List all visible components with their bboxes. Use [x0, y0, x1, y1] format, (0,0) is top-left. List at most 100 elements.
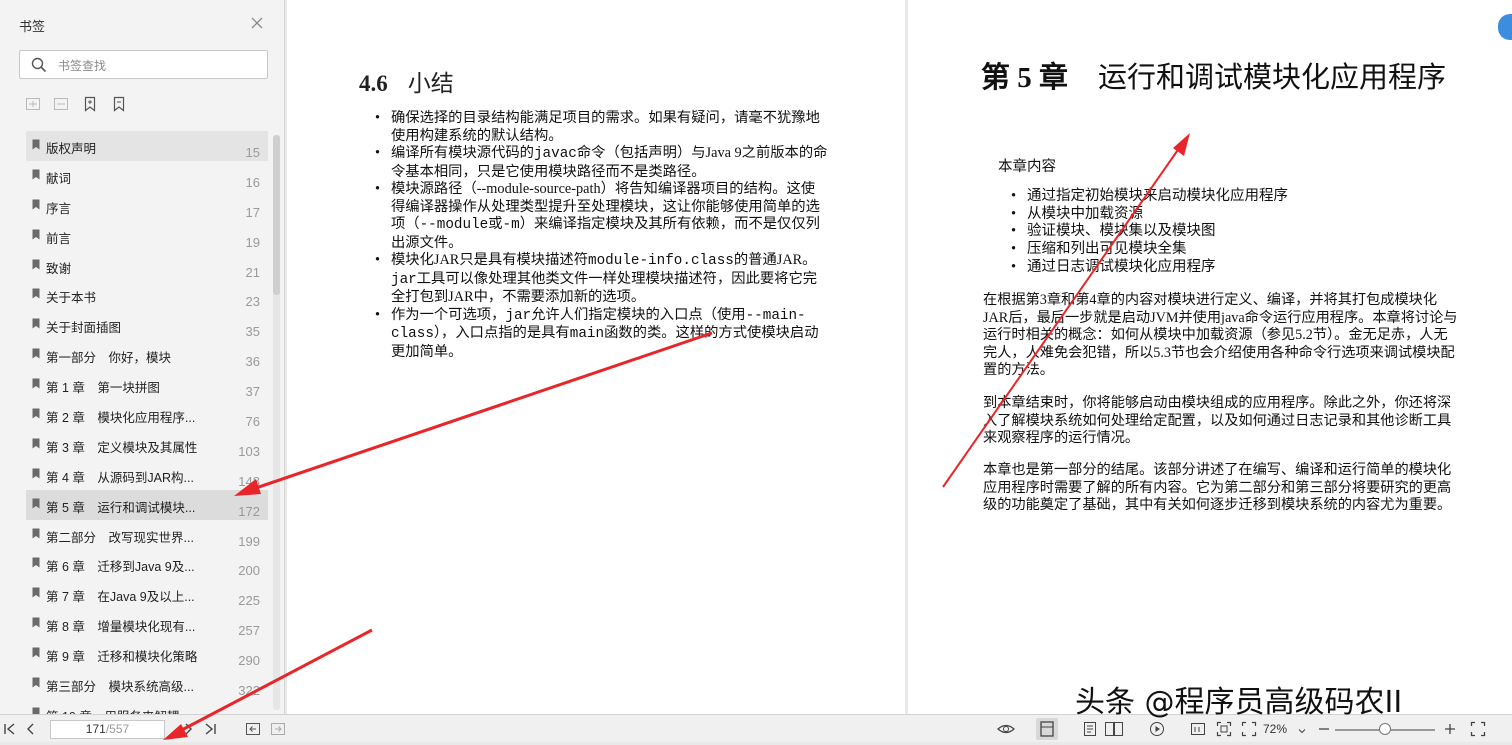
chevron-down-icon[interactable] [1297, 723, 1307, 734]
bookmark-item[interactable]: 第 9 章 迁移和模块化策略 290 [26, 639, 268, 669]
remove-bookmark-icon[interactable] [111, 96, 127, 112]
inline-code: jar [505, 307, 532, 324]
inline-code: -m [502, 217, 520, 233]
scrollbar[interactable] [273, 135, 280, 710]
bookmark-item[interactable]: 第一部分 你好，模块 36 [26, 340, 268, 370]
bookmark-icon [32, 169, 40, 180]
bookmark-icon [32, 139, 40, 150]
bookmark-label: 第一部分 你好，模块 [46, 351, 172, 366]
contents-item: 从模块中加载资源 [1011, 206, 1411, 224]
bookmark-item[interactable]: 第 1 章 第一块拼图 37 [26, 370, 268, 400]
single-page-view-icon[interactable] [1036, 718, 1058, 740]
collapse-all-icon[interactable] [53, 96, 69, 112]
bookmark-item[interactable]: 序言 17 [26, 191, 268, 221]
next-page-icon[interactable] [180, 721, 196, 737]
zoom-in-icon[interactable] [1442, 721, 1458, 737]
bullet-text: 工具可以像处理其他类文件一样处理模块描述符，因此要将它完全打包到JAR中，不需要… [391, 270, 818, 306]
paragraph: 到本章结束时，你将能够启动由模块组成的应用程序。除此之外，你还将深入了解模块系统… [983, 395, 1452, 447]
chapter-contents-heading: 本章内容 [998, 159, 1056, 175]
fit-page-icon[interactable] [1216, 721, 1232, 737]
document-viewport[interactable]: 4.6 小结 确保选择的目录结构能满足项目的需求。如果有疑问，请毫不犹豫地使用构建… [285, 0, 1512, 714]
last-page-icon[interactable] [202, 721, 218, 737]
add-bookmark-icon[interactable] [82, 96, 98, 112]
bookmark-item[interactable]: 第 3 章 定义模块及其属性 103 [26, 430, 268, 460]
close-icon[interactable] [249, 15, 265, 31]
bookmark-item[interactable]: 关于本书 23 [26, 280, 268, 310]
bookmark-item[interactable]: 第三部分 模块系统高级... 322 [26, 669, 268, 699]
bookmark-item[interactable]: 致谢 21 [26, 251, 268, 281]
chapter-number: 第 5 章 [981, 62, 1069, 94]
total-pages: /557 [105, 722, 130, 736]
bookmark-label: 关于本书 [46, 291, 97, 306]
back-icon[interactable] [245, 721, 261, 737]
page-number-field[interactable]: 171/557 [50, 720, 165, 739]
expand-all-icon[interactable] [25, 96, 41, 112]
bookmark-item[interactable]: 第 10 章 用服务来解耦... [26, 699, 268, 714]
bookmark-label: 第二部分 改写现实世界... [46, 530, 194, 545]
zoom-out-icon[interactable] [1316, 721, 1332, 737]
bookmark-list: 版权声明 15 献词 16 序言 17 前言 19 致谢 21 关于本书 23 关于封面插图 35 第一部分… [26, 131, 268, 714]
bookmark-label: 关于封面插图 [46, 321, 122, 336]
bookmark-item[interactable]: 第 6 章 迁移到Java 9及... 200 [26, 549, 268, 579]
paragraph: 本章也是第一部分的结尾。该部分讲述了在编写、编译和运行简单的模块化应用程序时需要… [983, 462, 1452, 514]
bookmark-item[interactable]: 前言 19 [26, 221, 268, 251]
bookmark-label: 献词 [46, 171, 72, 186]
bullet-text: 允许人们指定模块的入口点（使用 [531, 306, 746, 323]
current-page: 171 [85, 722, 106, 736]
previous-page-icon[interactable] [23, 721, 39, 737]
bookmark-item[interactable]: 关于封面插图 35 [26, 310, 268, 340]
scrollbar-thumb[interactable] [273, 135, 280, 295]
actual-size-icon[interactable] [1190, 721, 1206, 737]
bullet-text: 确保选择的目录结构能满足项目的需求。如果有疑问，请毫不犹豫地使用构建系统的默认结… [391, 110, 820, 144]
bookmark-item[interactable]: 第 7 章 在Java 9及以上... 225 [26, 579, 268, 609]
bookmark-item[interactable]: 第 4 章 从源码到JAR构... 148 [26, 460, 268, 490]
inline-code: module-info.class [588, 253, 734, 269]
search-input[interactable] [56, 56, 260, 76]
bookmark-icon [32, 408, 40, 419]
bookmark-label: 第 3 章 定义模块及其属性 [46, 440, 198, 455]
summary-bullet: 编译所有模块源代码的javac命令（包括声明）与Java 9之前版本的命令基本相… [375, 145, 829, 181]
bookmark-label: 序言 [46, 201, 72, 216]
bookmark-icon [32, 378, 40, 389]
bookmark-icon [32, 229, 40, 240]
summary-bullet: 模块源路径（--module-source-path）将告知编译器项目的结构。这… [375, 181, 829, 252]
bookmark-label: 版权声明 [46, 142, 97, 156]
bookmark-item[interactable]: 版权声明 15 [26, 131, 268, 161]
eye-protection-icon[interactable] [997, 721, 1015, 737]
watermark: 头条 @程序员高级码农II [1075, 685, 1403, 720]
document-page-right: 第 5 章运行和调试模块化应用程序 本章内容 通过指定初始模块来启动模块化应用程… [908, 0, 1512, 714]
bookmark-page-number: 35 [245, 324, 260, 340]
zoom-slider-handle[interactable] [1379, 723, 1391, 735]
play-icon[interactable] [1149, 721, 1165, 737]
bullet-text: 模块化JAR只是具有模块描述符 [391, 252, 588, 268]
section-number: 4.6 [359, 71, 388, 96]
bookmark-icon [32, 199, 40, 210]
bookmark-icon [32, 557, 40, 568]
bookmark-page-number: 15 [245, 145, 260, 160]
search-icon [31, 57, 47, 78]
bookmark-icon [32, 707, 40, 714]
fit-width-icon[interactable] [1241, 721, 1257, 737]
bookmark-page-number: 199 [238, 533, 260, 549]
bookmark-icon [32, 617, 40, 628]
bullet-text: 作为一个可选项， [391, 306, 506, 323]
bookmark-label: 第 10 章 用服务来解耦... [46, 706, 206, 714]
first-page-icon[interactable] [2, 721, 18, 737]
bookmark-item[interactable]: 第 8 章 增量模块化现有... 257 [26, 609, 268, 639]
bookmark-item[interactable]: 第 5 章 运行和调试模块... 172 [26, 489, 268, 520]
bookmark-item[interactable]: 第 2 章 模块化应用程序... 76 [26, 400, 268, 430]
bookmark-search[interactable] [19, 50, 268, 79]
forward-icon[interactable] [270, 721, 286, 737]
bookmark-label: 第 6 章 迁移到Java 9及... [46, 560, 195, 575]
bookmark-item[interactable]: 献词 16 [26, 161, 268, 191]
bookmark-icon [32, 348, 40, 359]
two-page-view-icon[interactable] [1104, 721, 1124, 737]
chapter-heading: 第 5 章运行和调试模块化应用程序 [981, 60, 1461, 97]
bookmark-icon [32, 647, 40, 658]
fullscreen-icon[interactable] [1470, 721, 1486, 737]
zoom-level[interactable]: 72% [1263, 722, 1287, 736]
document-view-icon[interactable] [1082, 721, 1098, 737]
summary-bullet-list: 确保选择的目录结构能满足项目的需求。如果有疑问，请毫不犹豫地使用构建系统的默认结… [375, 110, 829, 361]
summary-bullet: 作为一个可选项，jar允许人们指定模块的入口点（使用--main-class），… [375, 307, 829, 362]
bookmark-item[interactable]: 第二部分 改写现实世界... 199 [26, 520, 268, 550]
